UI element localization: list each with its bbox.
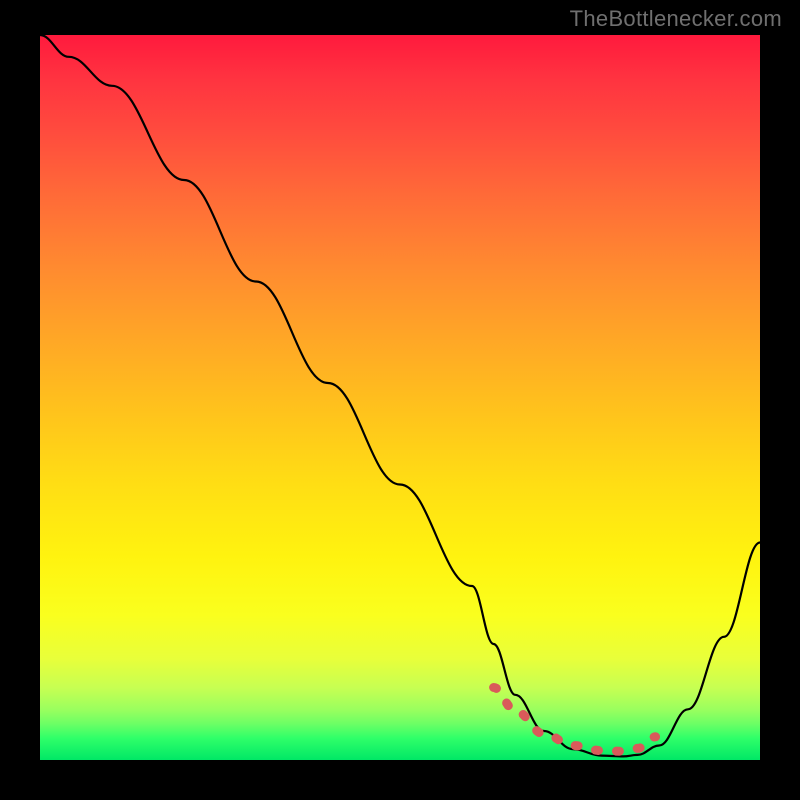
- chart-frame: TheBottlenecker.com: [0, 0, 800, 800]
- optimal-band-curve: [494, 688, 656, 752]
- curve-layer: [40, 35, 760, 760]
- plot-area: [40, 35, 760, 760]
- bottleneck-curve: [40, 35, 760, 756]
- watermark-text: TheBottlenecker.com: [570, 6, 782, 32]
